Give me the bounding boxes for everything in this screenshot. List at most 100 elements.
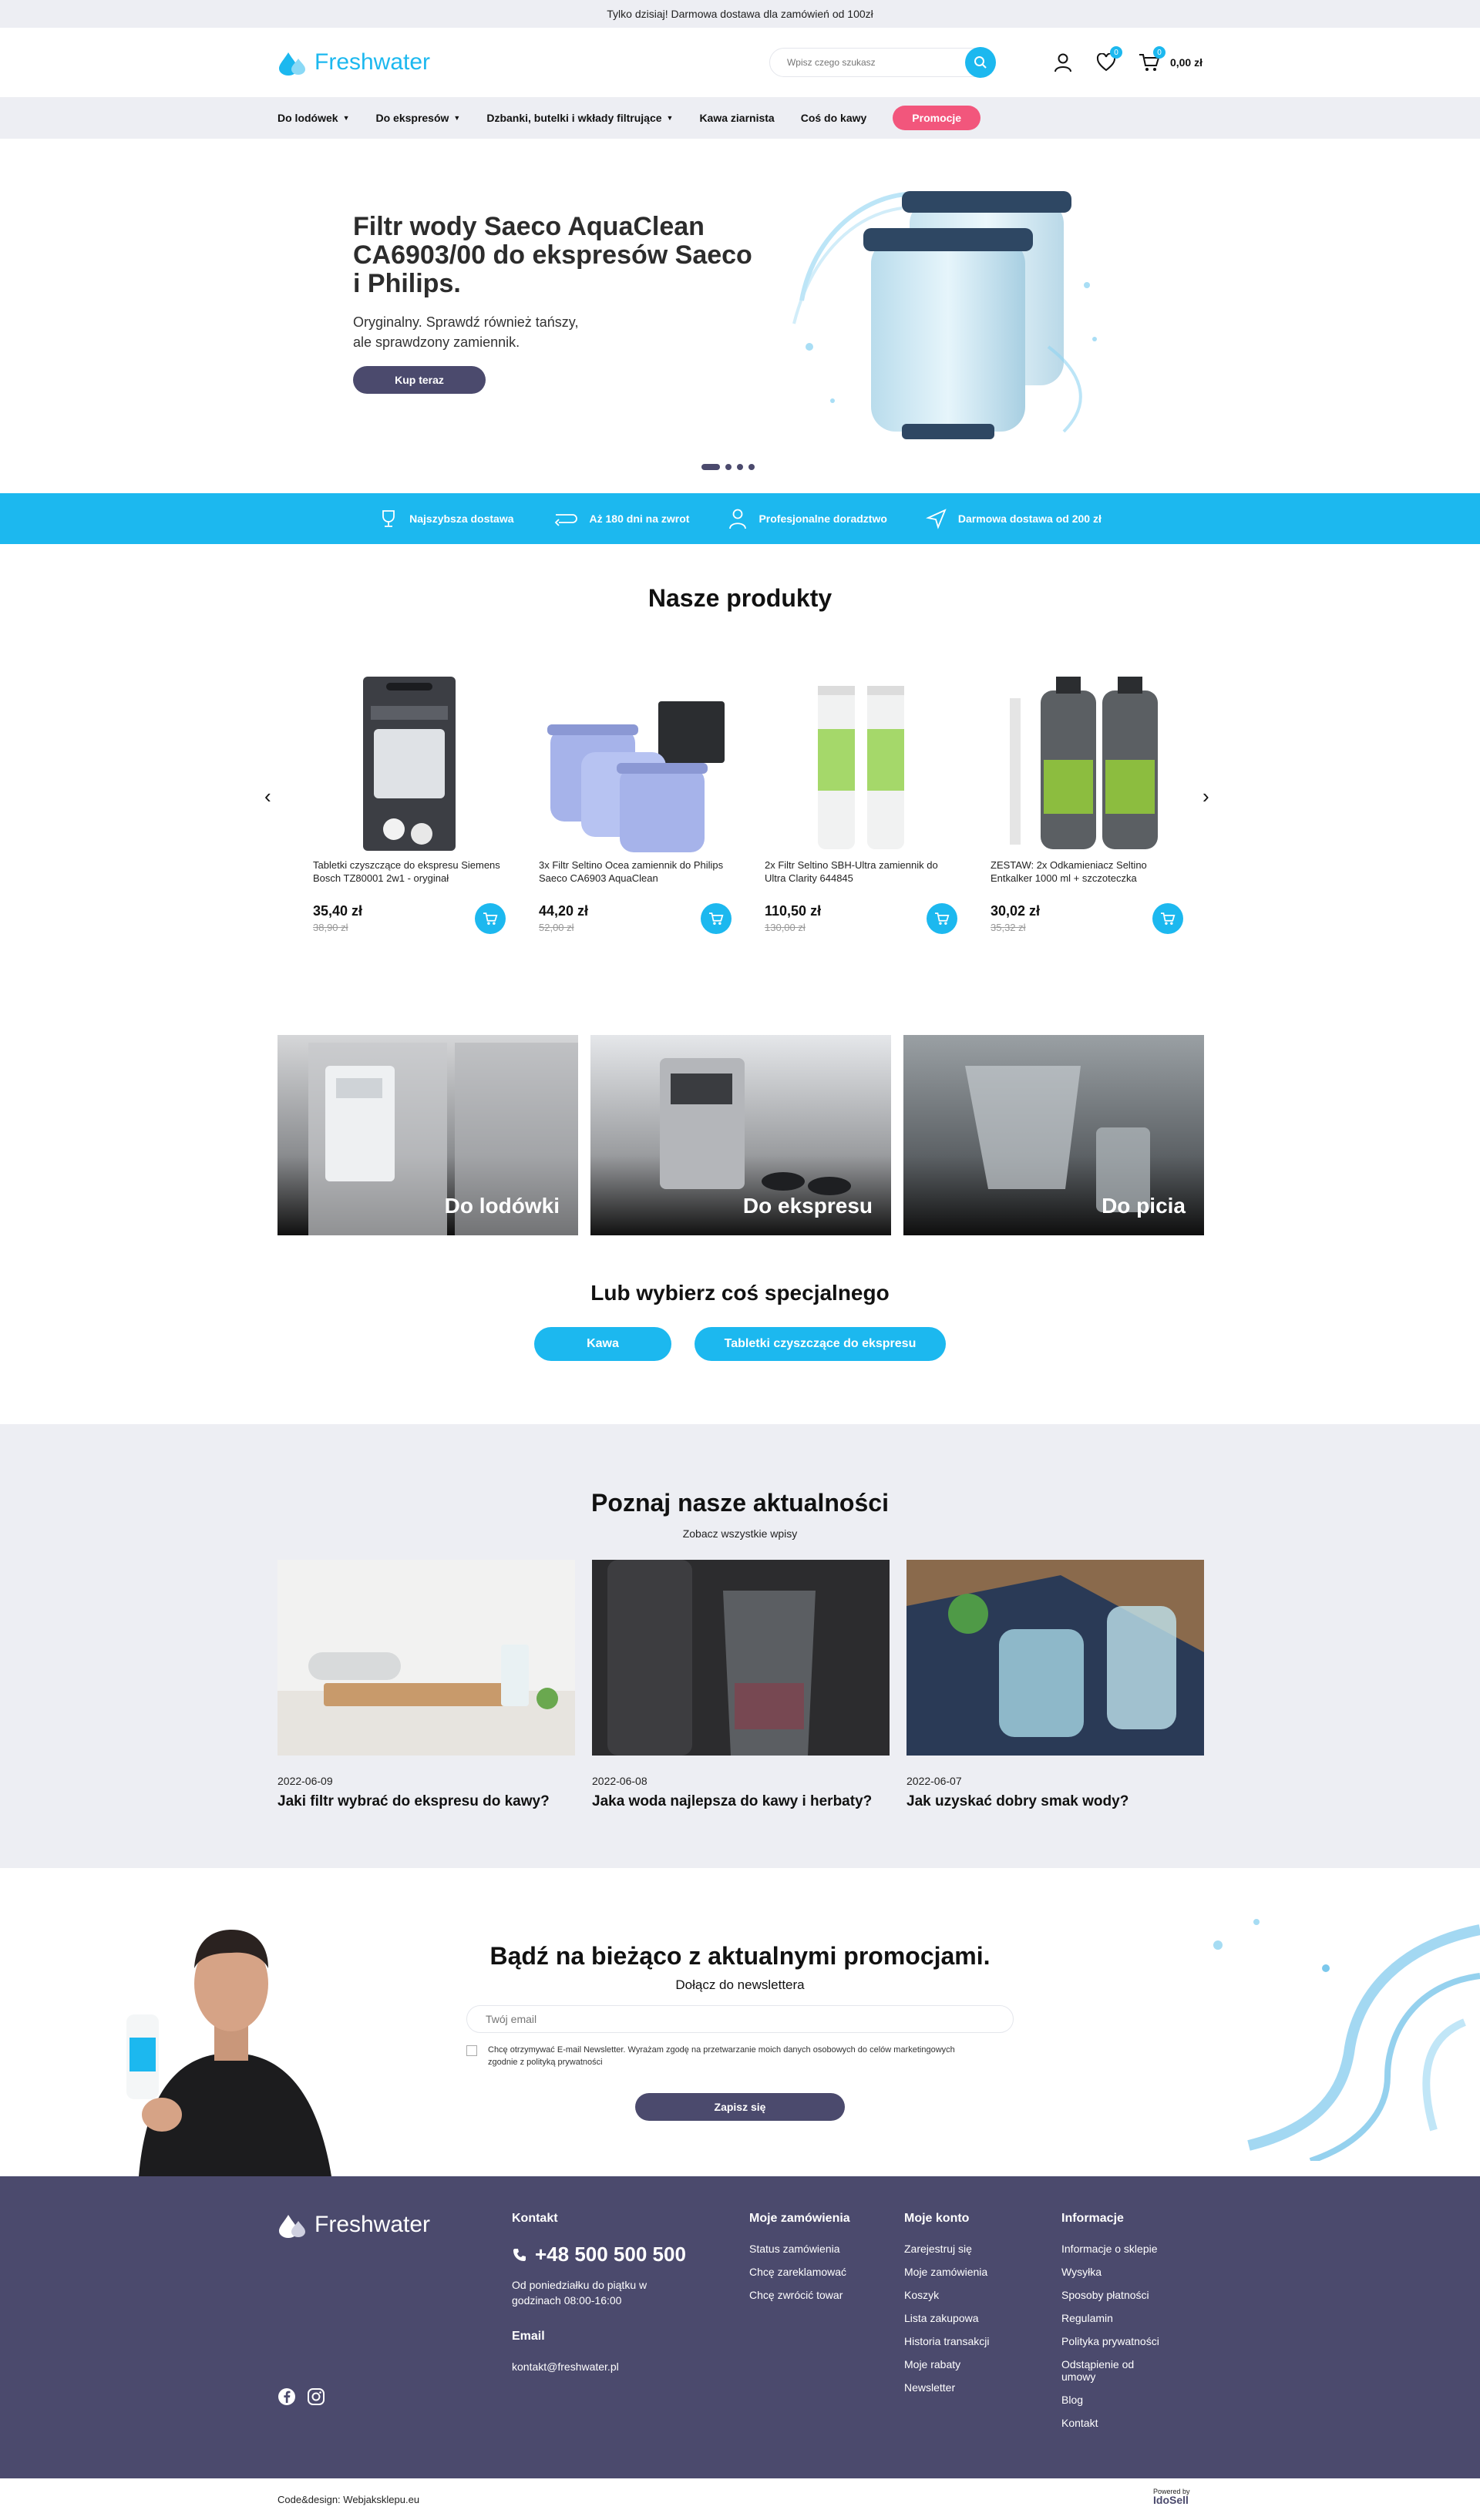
footer-link[interactable]: Sposoby płatności: [1061, 2289, 1200, 2301]
blog-post-image[interactable]: [278, 1560, 575, 1756]
cart-count: 0: [1152, 46, 1166, 59]
footer-link[interactable]: Moje rabaty: [904, 2358, 989, 2370]
account-button[interactable]: [1051, 51, 1075, 74]
chevron-down-icon: ▼: [666, 114, 674, 122]
benefit-label: Najszybsza dostawa: [409, 512, 514, 525]
trophy-icon: [382, 510, 395, 527]
wishlist-count: 0: [1109, 46, 1122, 59]
footer-link[interactable]: Chcę zwrócić towar: [749, 2289, 850, 2301]
footer-link[interactable]: Historia transakcji: [904, 2335, 989, 2347]
nav-item-fridges[interactable]: Do lodówek ▼: [278, 112, 349, 124]
product-card[interactable]: 2x Filtr Seltino SBH-Ultra zamiennik do …: [765, 667, 957, 934]
product-card[interactable]: ZESTAW: 2x Odkamieniacz Seltino Entkalke…: [991, 667, 1183, 934]
product-old-price: 35,32 zł: [991, 922, 1026, 933]
category-label: Do picia: [1102, 1194, 1186, 1218]
slider-dot[interactable]: [748, 464, 755, 470]
cart-button[interactable]: 0: [1138, 46, 1166, 74]
cart-total[interactable]: 0,00 zł: [1170, 56, 1202, 69]
news-all-link[interactable]: Zobacz wszystkie wpisy: [0, 1527, 1480, 1540]
footer-account-title: Moje konto: [904, 2212, 970, 2225]
benefit-returns: Aż 180 dni na zwrot: [553, 509, 689, 529]
add-to-cart-button[interactable]: [1152, 903, 1183, 934]
search-button[interactable]: [964, 47, 996, 78]
footer-link[interactable]: Informacje o sklepie: [1061, 2243, 1200, 2255]
product-name[interactable]: Tabletki czyszczące do ekspresu Siemens …: [313, 858, 506, 899]
product-name[interactable]: ZESTAW: 2x Odkamieniacz Seltino Entkalke…: [991, 858, 1183, 899]
slider-dot[interactable]: [737, 464, 743, 470]
product-name[interactable]: 2x Filtr Seltino SBH-Ultra zamiennik do …: [765, 858, 957, 899]
nav-item-coffee[interactable]: Kawa ziarnista: [699, 112, 774, 124]
header: Freshwater 0 0 0,00 zł: [0, 28, 1480, 97]
footer-link[interactable]: Zarejestruj się: [904, 2243, 989, 2255]
footer-link[interactable]: Newsletter: [904, 2381, 989, 2394]
blog-post-title[interactable]: Jaki filtr wybrać do ekspresu do kawy?: [278, 1793, 575, 1810]
credit-text[interactable]: Code&design: Webjaksklepu.eu: [278, 2494, 419, 2505]
slider-dot[interactable]: [701, 464, 720, 470]
blog-post-title[interactable]: Jaka woda najlepsza do kawy i herbaty?: [592, 1793, 890, 1810]
blog-post-image[interactable]: [906, 1560, 1204, 1756]
category-tile-espresso[interactable]: Do ekspresu: [590, 1035, 891, 1235]
add-to-cart-button[interactable]: [701, 903, 732, 934]
footer-link[interactable]: Polityka prywatności: [1061, 2335, 1200, 2347]
buy-now-button[interactable]: Kup teraz: [353, 366, 486, 394]
footer-account: Moje konto Zarejestruj się Moje zamówien…: [904, 2212, 989, 2404]
footer-link[interactable]: Moje zamówienia: [904, 2266, 989, 2278]
chevron-down-icon: ▼: [453, 114, 461, 122]
footer-link[interactable]: Blog: [1061, 2394, 1200, 2406]
blog-post[interactable]: 2022-06-09 Jaki filtr wybrać do ekspresu…: [278, 1560, 575, 1810]
category-tile-fridge[interactable]: Do lodówki: [278, 1035, 578, 1235]
powered-by[interactable]: Powered by IdoSell: [1153, 2488, 1190, 2505]
footer-phone[interactable]: +48 500 500 500: [512, 2243, 686, 2266]
blog-post-title[interactable]: Jak uzyskać dobry smak wody?: [906, 1793, 1204, 1810]
nav-item-for-coffee[interactable]: Coś do kawy: [801, 112, 867, 124]
blog-post[interactable]: 2022-06-07 Jak uzyskać dobry smak wody?: [906, 1560, 1204, 1810]
carousel-prev-arrow[interactable]: ‹: [264, 785, 271, 808]
add-to-cart-button[interactable]: [475, 903, 506, 934]
footer-contact: Kontakt +48 500 500 500 Od poniedziałku …: [512, 2212, 686, 2373]
product-card[interactable]: 3x Filtr Seltino Ocea zamiennik do Phili…: [539, 667, 732, 934]
blog-post-image[interactable]: [592, 1560, 890, 1756]
wishlist-button[interactable]: 0: [1095, 46, 1122, 74]
footer-link[interactable]: Odstąpienie od umowy: [1061, 2358, 1154, 2383]
cart-icon: [1161, 912, 1176, 925]
tag-coffee[interactable]: Kawa: [534, 1327, 671, 1361]
consent-checkbox[interactable]: [466, 2045, 477, 2056]
instagram-icon[interactable]: [307, 2387, 325, 2406]
nav-label: Coś do kawy: [800, 112, 867, 124]
blog-post[interactable]: 2022-06-08 Jaka woda najlepsza do kawy i…: [592, 1560, 890, 1810]
newsletter-email-input[interactable]: [466, 2005, 1014, 2033]
product-image[interactable]: [313, 667, 506, 852]
search-input[interactable]: [769, 48, 993, 77]
man-with-bottle-image: [126, 1930, 331, 2176]
footer-link[interactable]: Regulamin: [1061, 2312, 1200, 2324]
facebook-icon[interactable]: [278, 2387, 296, 2406]
search-icon: [974, 56, 987, 69]
product-card[interactable]: Tabletki czyszczące do ekspresu Siemens …: [313, 667, 506, 934]
add-to-cart-button[interactable]: [927, 903, 957, 934]
promo-button[interactable]: Promocje: [893, 106, 981, 130]
nav-item-jugs[interactable]: Dzbanki, butelki i wkłady filtrujące ▼: [486, 112, 673, 124]
logo[interactable]: Freshwater: [278, 49, 430, 76]
product-image[interactable]: [539, 667, 732, 852]
footer-link[interactable]: Chcę zareklamować: [749, 2266, 850, 2278]
footer-email[interactable]: kontakt@freshwater.pl: [512, 2360, 686, 2373]
footer-hours: Od poniedziałku do piątku w godzinach 08…: [512, 2279, 648, 2307]
product-name[interactable]: 3x Filtr Seltino Ocea zamiennik do Phili…: [539, 858, 732, 899]
footer-link[interactable]: Koszyk: [904, 2289, 989, 2301]
blog-post-date: 2022-06-09: [278, 1775, 333, 1787]
footer-link[interactable]: Lista zakupowa: [904, 2312, 989, 2324]
tag-cleaning-tablets[interactable]: Tabletki czyszczące do ekspresu: [695, 1327, 946, 1361]
category-tile-drinking[interactable]: Do picia: [903, 1035, 1204, 1235]
product-image[interactable]: [991, 667, 1183, 852]
slider-dot[interactable]: [725, 464, 732, 470]
nav-item-espresso[interactable]: Do ekspresów ▼: [375, 112, 460, 124]
footer-link[interactable]: Status zamówienia: [749, 2243, 850, 2255]
product-image[interactable]: [765, 667, 957, 852]
footer-link[interactable]: Kontakt: [1061, 2417, 1200, 2429]
footer-logo[interactable]: Freshwater: [278, 2212, 430, 2238]
product-old-price: 52,00 zł: [539, 922, 574, 933]
footer-link[interactable]: Wysyłka: [1061, 2266, 1200, 2278]
nav-label: Dzbanki, butelki i wkłady filtrujące: [486, 112, 662, 124]
carousel-next-arrow[interactable]: ›: [1202, 785, 1209, 808]
subscribe-button[interactable]: Zapisz się: [635, 2093, 845, 2121]
